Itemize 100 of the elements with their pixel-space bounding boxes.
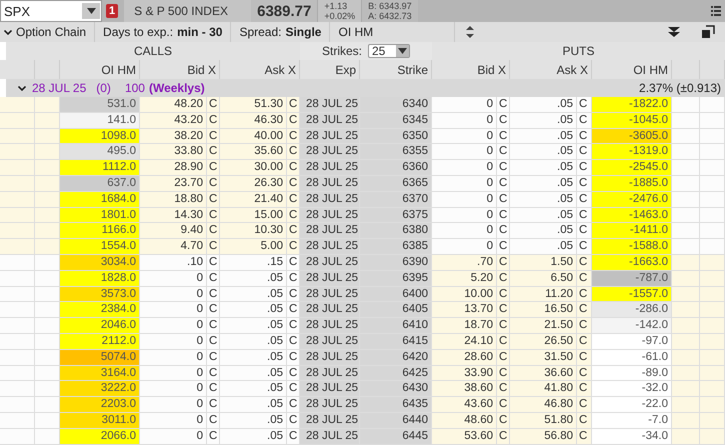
table-cell xyxy=(672,318,700,334)
table-cell: 6350 xyxy=(360,128,432,144)
table-cell xyxy=(700,176,725,192)
caret-icon[interactable] xyxy=(86,8,96,14)
table-cell: 0 xyxy=(140,350,207,366)
table-cell: C xyxy=(497,144,510,160)
menu-icon[interactable] xyxy=(711,6,721,16)
table-cell: .05 xyxy=(220,428,287,445)
table-cell xyxy=(35,381,60,398)
table-cell: C xyxy=(207,428,220,445)
table-cell: C xyxy=(577,412,592,429)
table-cell: C xyxy=(577,318,592,334)
strikes-select[interactable]: 25 xyxy=(368,44,410,58)
table-cell: 28 JUL 25 xyxy=(300,381,360,398)
table-cell: C xyxy=(287,412,300,429)
alert-badge[interactable]: 1 xyxy=(106,4,118,18)
table-cell: C xyxy=(287,254,300,271)
table-cell: C xyxy=(207,128,220,144)
table-cell: C xyxy=(577,223,592,240)
table-cell: C xyxy=(497,239,510,255)
table-cell: 18.80 xyxy=(140,192,207,208)
open-interest-cell: -1885.0 xyxy=(592,176,672,192)
caret-icon[interactable] xyxy=(398,48,407,54)
table-cell: C xyxy=(287,270,300,287)
table-cell: C xyxy=(577,160,592,176)
table-cell xyxy=(35,412,60,429)
table-cell: 6375 xyxy=(360,208,432,224)
table-cell: 0 xyxy=(140,302,207,318)
table-cell xyxy=(672,192,700,208)
table-cell: C xyxy=(287,112,300,129)
table-cell: C xyxy=(287,128,300,144)
chevron-down-icon[interactable] xyxy=(18,86,26,90)
table-cell: 0 xyxy=(140,381,207,398)
table-cell xyxy=(672,412,700,429)
table-cell xyxy=(672,254,700,271)
open-interest-cell: -89.0 xyxy=(592,366,672,382)
table-cell xyxy=(35,397,60,413)
table-cell: 6.50 xyxy=(510,270,577,287)
open-interest-cell: -286.0 xyxy=(592,302,672,318)
table-cell: C xyxy=(497,270,510,287)
table-cell: C xyxy=(577,350,592,366)
open-interest-cell: -22.0 xyxy=(592,397,672,413)
table-cell: C xyxy=(497,112,510,129)
table-cell: C xyxy=(287,192,300,208)
open-interest-cell: -97.0 xyxy=(592,334,672,350)
table-cell: C xyxy=(577,128,592,144)
table-cell: C xyxy=(577,270,592,287)
table-cell xyxy=(700,160,725,176)
table-cell xyxy=(672,397,700,413)
open-interest-cell: 2112.0 xyxy=(60,334,140,350)
table-cell: C xyxy=(287,239,300,255)
double-chevron-down-icon[interactable] xyxy=(667,26,681,38)
table-cell: 6415 xyxy=(360,334,432,350)
table-cell: .05 xyxy=(220,350,287,366)
spinner-arrows-icon[interactable] xyxy=(465,25,476,39)
table-cell xyxy=(35,176,60,192)
table-cell: 0 xyxy=(432,176,497,192)
table-cell: 0 xyxy=(432,144,497,160)
table-cell: 33.90 xyxy=(432,366,497,382)
table-cell: C xyxy=(207,270,220,287)
table-cell xyxy=(35,254,60,271)
table-cell: 28 JUL 25 xyxy=(300,366,360,382)
table-cell: C xyxy=(497,192,510,208)
table-cell xyxy=(672,208,700,224)
table-cell: 51.30 xyxy=(220,97,287,113)
open-interest-cell: -1822.0 xyxy=(592,97,672,113)
open-interest-cell: 1684.0 xyxy=(60,192,140,208)
table-cell: .05 xyxy=(220,366,287,382)
open-interest-cell: -7.0 xyxy=(592,412,672,429)
ask-price: A: 6432.73 xyxy=(368,11,412,21)
last-price: 6389.77 xyxy=(251,0,318,22)
table-cell: C xyxy=(497,128,510,144)
popout-icon[interactable] xyxy=(701,25,715,39)
symbol-field[interactable]: SPX xyxy=(0,0,102,22)
table-cell xyxy=(672,302,700,318)
table-cell: C xyxy=(577,112,592,129)
table-cell: C xyxy=(207,412,220,429)
table-cell: 6360 xyxy=(360,160,432,176)
table-cell xyxy=(35,223,60,240)
table-cell: C xyxy=(207,208,220,224)
table-cell: C xyxy=(497,428,510,445)
table-cell: 28 JUL 25 xyxy=(300,97,360,113)
table-cell: 14.30 xyxy=(140,208,207,224)
open-interest-cell: 3034.0 xyxy=(60,254,140,271)
table-cell xyxy=(700,302,725,318)
table-cell: C xyxy=(207,366,220,382)
table-cell: C xyxy=(497,160,510,176)
table-cell: C xyxy=(497,412,510,429)
table-cell: C xyxy=(207,176,220,192)
table-cell: 0 xyxy=(140,412,207,429)
open-interest-cell: -1463.0 xyxy=(592,208,672,224)
table-cell: 23.70 xyxy=(140,176,207,192)
open-interest-cell: 495.0 xyxy=(60,144,140,160)
open-interest-cell: 1098.0 xyxy=(60,128,140,144)
table-cell: C xyxy=(287,160,300,176)
table-cell: C xyxy=(287,366,300,382)
table-cell: C xyxy=(577,97,592,113)
table-cell: 6370 xyxy=(360,192,432,208)
open-interest-cell: 531.0 xyxy=(60,97,140,113)
open-interest-cell: 3222.0 xyxy=(60,381,140,398)
